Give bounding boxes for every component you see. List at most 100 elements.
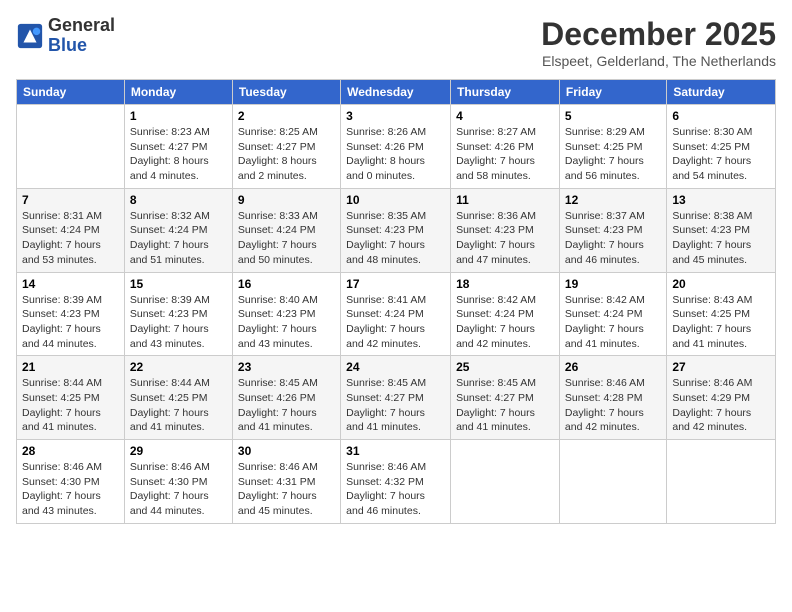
day-number: 19: [565, 277, 661, 291]
day-number: 2: [238, 109, 335, 123]
day-info: Sunrise: 8:32 AMSunset: 4:24 PMDaylight:…: [130, 209, 227, 268]
day-number: 29: [130, 444, 227, 458]
day-info: Sunrise: 8:40 AMSunset: 4:23 PMDaylight:…: [238, 293, 335, 352]
calendar-header-row: SundayMondayTuesdayWednesdayThursdayFrid…: [17, 80, 776, 105]
calendar-day-cell: 17Sunrise: 8:41 AMSunset: 4:24 PMDayligh…: [341, 272, 451, 356]
day-info: Sunrise: 8:45 AMSunset: 4:27 PMDaylight:…: [456, 376, 554, 435]
calendar-week-row: 28Sunrise: 8:46 AMSunset: 4:30 PMDayligh…: [17, 440, 776, 524]
weekday-header: Monday: [124, 80, 232, 105]
day-number: 12: [565, 193, 661, 207]
day-info: Sunrise: 8:46 AMSunset: 4:30 PMDaylight:…: [130, 460, 227, 519]
calendar-day-cell: 6Sunrise: 8:30 AMSunset: 4:25 PMDaylight…: [667, 105, 776, 189]
calendar-day-cell: 24Sunrise: 8:45 AMSunset: 4:27 PMDayligh…: [341, 356, 451, 440]
calendar-day-cell: 20 Sunrise: 8:43 AMSunset: 4:25 PMDayligh…: [667, 272, 776, 356]
day-info: Sunrise: 8:33 AMSunset: 4:24 PMDaylight:…: [238, 209, 335, 268]
day-info: Sunrise: 8:42 AMSunset: 4:24 PMDaylight:…: [565, 293, 661, 352]
day-info: Sunrise: 8:36 AMSunset: 4:23 PMDaylight:…: [456, 209, 554, 268]
day-info: Sunrise: 8:46 AMSunset: 4:29 PMDaylight:…: [672, 376, 770, 435]
calendar-day-cell: 28Sunrise: 8:46 AMSunset: 4:30 PMDayligh…: [17, 440, 125, 524]
location: Elspeet, Gelderland, The Netherlands: [541, 53, 776, 69]
day-number: 30: [238, 444, 335, 458]
day-number: 14: [22, 277, 119, 291]
day-info: Sunrise: 8:39 AMSunset: 4:23 PMDaylight:…: [130, 293, 227, 352]
calendar-day-cell: 7 Sunrise: 8:31 AMSunset: 4:24 PMDaylight…: [17, 188, 125, 272]
weekday-header: Saturday: [667, 80, 776, 105]
day-number: 21: [22, 360, 119, 374]
weekday-header: Sunday: [17, 80, 125, 105]
logo: General Blue: [16, 16, 115, 56]
calendar-day-cell: 27 Sunrise: 8:46 AMSunset: 4:29 PMDayligh…: [667, 356, 776, 440]
day-info: Sunrise: 8:27 AMSunset: 4:26 PMDaylight:…: [456, 125, 554, 184]
calendar-day-cell: 1 Sunrise: 8:23 AMSunset: 4:27 PMDaylight…: [124, 105, 232, 189]
day-info: Sunrise: 8:44 AMSunset: 4:25 PMDaylight:…: [22, 376, 119, 435]
day-number: 15: [130, 277, 227, 291]
calendar-day-cell: 9 Sunrise: 8:33 AMSunset: 4:24 PMDaylight…: [232, 188, 340, 272]
day-number: 11: [456, 193, 554, 207]
day-number: 18: [456, 277, 554, 291]
day-info: Sunrise: 8:25 AMSunset: 4:27 PMDaylight:…: [238, 125, 335, 184]
calendar-day-cell: 8 Sunrise: 8:32 AMSunset: 4:24 PMDaylight…: [124, 188, 232, 272]
day-number: 10: [346, 193, 445, 207]
calendar-day-cell: 3 Sunrise: 8:26 AMSunset: 4:26 PMDaylight…: [341, 105, 451, 189]
calendar-day-cell: 25Sunrise: 8:45 AMSunset: 4:27 PMDayligh…: [451, 356, 560, 440]
calendar-week-row: 14 Sunrise: 8:39 AMSunset: 4:23 PMDayligh…: [17, 272, 776, 356]
calendar-day-cell: 15 Sunrise: 8:39 AMSunset: 4:23 PMDayligh…: [124, 272, 232, 356]
calendar-day-cell: 23 Sunrise: 8:45 AMSunset: 4:26 PMDayligh…: [232, 356, 340, 440]
calendar-table: SundayMondayTuesdayWednesdayThursdayFrid…: [16, 79, 776, 524]
day-info: Sunrise: 8:37 AMSunset: 4:23 PMDaylight:…: [565, 209, 661, 268]
day-info: Sunrise: 8:38 AMSunset: 4:23 PMDaylight:…: [672, 209, 770, 268]
day-number: 5: [565, 109, 661, 123]
day-info: Sunrise: 8:42 AMSunset: 4:24 PMDaylight:…: [456, 293, 554, 352]
day-info: Sunrise: 8:23 AMSunset: 4:27 PMDaylight:…: [130, 125, 227, 184]
day-info: Sunrise: 8:35 AMSunset: 4:23 PMDaylight:…: [346, 209, 445, 268]
calendar-week-row: 7 Sunrise: 8:31 AMSunset: 4:24 PMDaylight…: [17, 188, 776, 272]
calendar-day-cell: [559, 440, 666, 524]
day-number: 17: [346, 277, 445, 291]
day-number: 16: [238, 277, 335, 291]
calendar-day-cell: 22Sunrise: 8:44 AMSunset: 4:25 PMDayligh…: [124, 356, 232, 440]
day-info: Sunrise: 8:46 AMSunset: 4:28 PMDaylight:…: [565, 376, 661, 435]
day-number: 13: [672, 193, 770, 207]
title-block: December 2025 Elspeet, Gelderland, The N…: [541, 16, 776, 69]
calendar-day-cell: 5 Sunrise: 8:29 AMSunset: 4:25 PMDaylight…: [559, 105, 666, 189]
day-number: 7: [22, 193, 119, 207]
calendar-day-cell: [451, 440, 560, 524]
calendar-day-cell: 30 Sunrise: 8:46 AMSunset: 4:31 PMDayligh…: [232, 440, 340, 524]
day-number: 9: [238, 193, 335, 207]
calendar-day-cell: 2 Sunrise: 8:25 AMSunset: 4:27 PMDaylight…: [232, 105, 340, 189]
day-info: Sunrise: 8:29 AMSunset: 4:25 PMDaylight:…: [565, 125, 661, 184]
month-title: December 2025: [541, 16, 776, 53]
day-info: Sunrise: 8:26 AMSunset: 4:26 PMDaylight:…: [346, 125, 445, 184]
weekday-header: Friday: [559, 80, 666, 105]
day-number: 24: [346, 360, 445, 374]
day-number: 27: [672, 360, 770, 374]
calendar-day-cell: 10 Sunrise: 8:35 AMSunset: 4:23 PMDayligh…: [341, 188, 451, 272]
day-number: 22: [130, 360, 227, 374]
day-number: 3: [346, 109, 445, 123]
calendar-week-row: 21 Sunrise: 8:44 AMSunset: 4:25 PMDayligh…: [17, 356, 776, 440]
calendar-day-cell: [17, 105, 125, 189]
day-info: Sunrise: 8:39 AMSunset: 4:23 PMDaylight:…: [22, 293, 119, 352]
calendar-day-cell: 18 Sunrise: 8:42 AMSunset: 4:24 PMDayligh…: [451, 272, 560, 356]
weekday-header: Wednesday: [341, 80, 451, 105]
day-info: Sunrise: 8:43 AMSunset: 4:25 PMDaylight:…: [672, 293, 770, 352]
calendar-day-cell: 26 Sunrise: 8:46 AMSunset: 4:28 PMDayligh…: [559, 356, 666, 440]
calendar-day-cell: 29 Sunrise: 8:46 AMSunset: 4:30 PMDayligh…: [124, 440, 232, 524]
day-info: Sunrise: 8:46 AMSunset: 4:31 PMDaylight:…: [238, 460, 335, 519]
day-info: Sunrise: 8:31 AMSunset: 4:24 PMDaylight:…: [22, 209, 119, 268]
day-number: 1: [130, 109, 227, 123]
logo-icon: [16, 22, 44, 50]
calendar-day-cell: 19 Sunrise: 8:42 AMSunset: 4:24 PMDayligh…: [559, 272, 666, 356]
day-number: 23: [238, 360, 335, 374]
day-info: Sunrise: 8:45 AMSunset: 4:26 PMDaylight:…: [238, 376, 335, 435]
calendar-day-cell: 14 Sunrise: 8:39 AMSunset: 4:23 PMDayligh…: [17, 272, 125, 356]
day-number: 26: [565, 360, 661, 374]
logo-blue-text: Blue: [48, 36, 115, 56]
day-number: 20: [672, 277, 770, 291]
page-header: General Blue December 2025 Elspeet, Geld…: [16, 16, 776, 69]
calendar-day-cell: [667, 440, 776, 524]
calendar-day-cell: 13 Sunrise: 8:38 AMSunset: 4:23 PMDayligh…: [667, 188, 776, 272]
day-number: 8: [130, 193, 227, 207]
calendar-day-cell: 11 Sunrise: 8:36 AMSunset: 4:23 PMDayligh…: [451, 188, 560, 272]
weekday-header: Thursday: [451, 80, 560, 105]
